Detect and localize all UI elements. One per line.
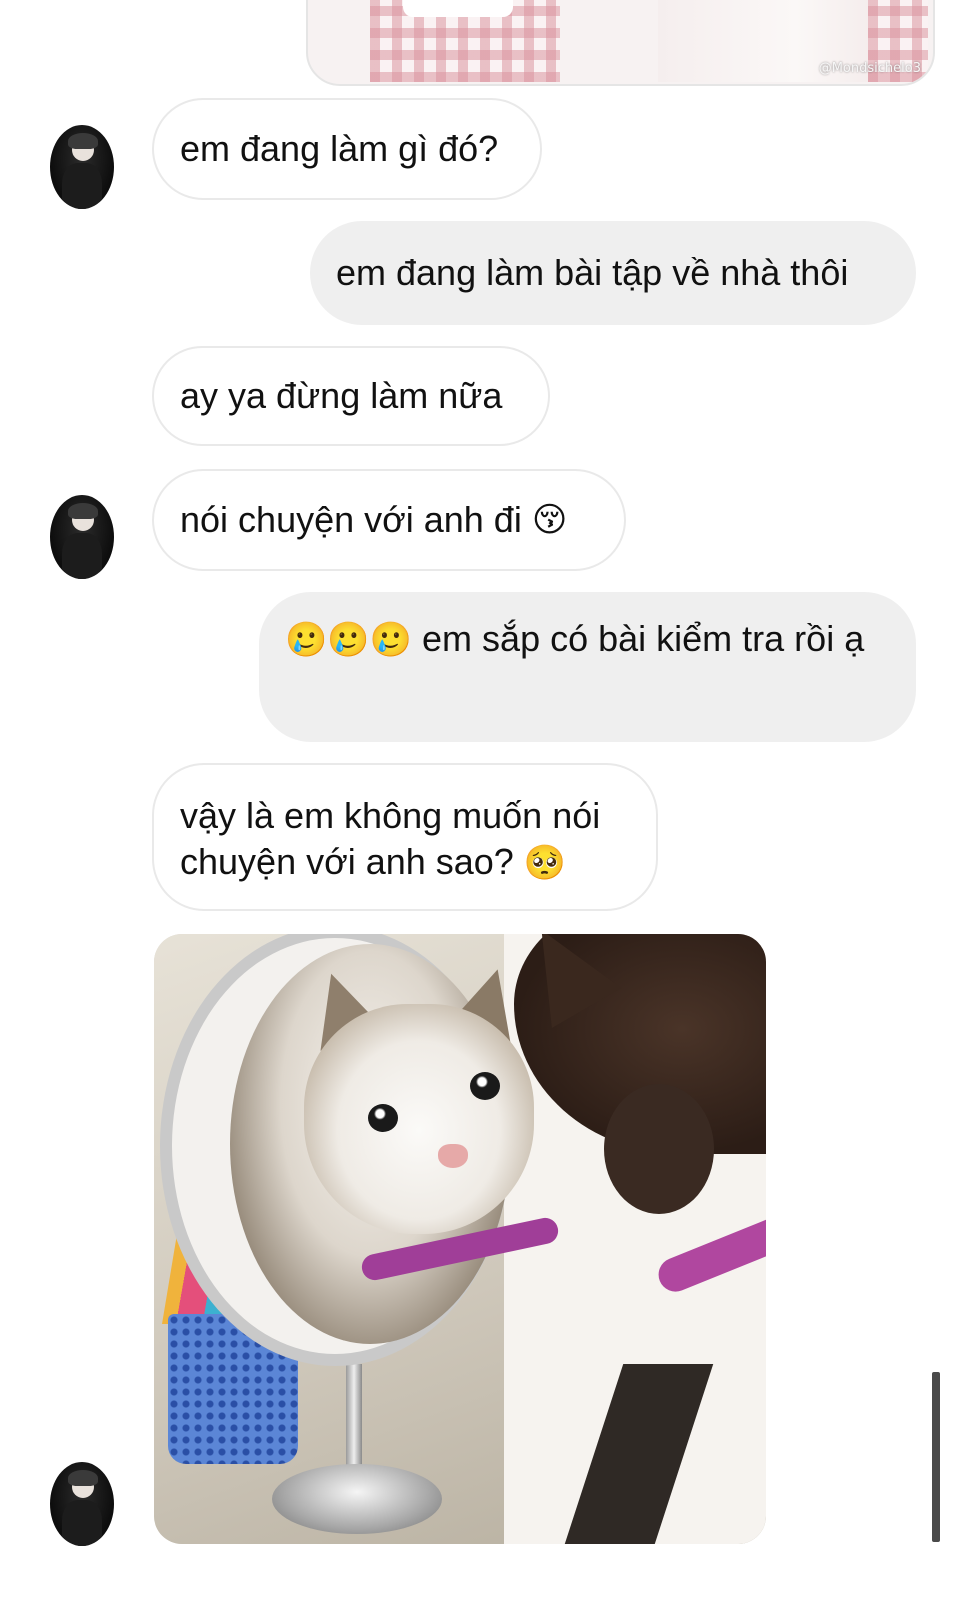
image-cat-eye-right: [470, 1072, 500, 1100]
image-cat-nose: [438, 1144, 468, 1168]
scrollbar-thumb[interactable]: [932, 1372, 940, 1542]
avatar-figure-body: [62, 163, 102, 209]
cat-meme-image-message[interactable]: [154, 934, 766, 1544]
smiling-face-with-tear-icon: 🥲🥲🥲: [285, 620, 413, 660]
image-cat-eye-left: [368, 1104, 398, 1132]
message-text: em đang làm gì đó?: [180, 128, 499, 169]
message-content: 🥲🥲🥲 em sắp có bài kiểm tra rồi ạ: [285, 616, 885, 663]
avatar-figure-hair: [68, 1470, 98, 1486]
message-text: nói chuyện với anh đi: [180, 499, 522, 540]
avatar-figure-hair: [68, 503, 98, 519]
shared-image-message[interactable]: @Mondsichelo3: [306, 0, 935, 86]
image-mirror-reflection: [230, 944, 561, 1344]
message-content: vậy là em không muốn nói chuyện với anh …: [180, 793, 630, 886]
avatar-figure-hair: [68, 133, 98, 149]
sent-message-bubble[interactable]: 🥲🥲🥲 em sắp có bài kiểm tra rồi ạ: [259, 592, 916, 742]
image-mirror-base: [272, 1464, 442, 1534]
avatar-figure-body: [62, 533, 102, 579]
received-message-bubble[interactable]: ay ya đừng làm nữa: [152, 346, 550, 446]
message-text: em đang làm bài tập về nhà thôi: [336, 252, 849, 293]
avatar-figure-body: [62, 1500, 102, 1546]
received-message-bubble[interactable]: em đang làm gì đó?: [152, 98, 542, 200]
message-text: em sắp có bài kiểm tra rồi ạ: [422, 618, 865, 659]
sent-message-bubble[interactable]: em đang làm bài tập về nhà thôi: [310, 221, 916, 325]
image-watermark: @Mondsichelo3: [818, 61, 921, 76]
contact-avatar[interactable]: [50, 125, 114, 209]
image-detail-shirt: [403, 0, 513, 17]
pleading-face-icon: 🥺: [523, 843, 567, 883]
contact-avatar[interactable]: [50, 495, 114, 579]
kissing-face-icon: 😚: [531, 500, 568, 540]
contact-avatar[interactable]: [50, 1462, 114, 1546]
received-message-bubble[interactable]: nói chuyện với anh đi 😚: [152, 469, 626, 571]
message-text: ay ya đừng làm nữa: [180, 375, 503, 416]
image-crying-cat-face: [304, 1004, 534, 1234]
image-mirror-frame: [160, 934, 561, 1366]
received-message-bubble[interactable]: vậy là em không muốn nói chuyện với anh …: [152, 763, 658, 911]
image-real-cat-patch: [604, 1084, 714, 1214]
